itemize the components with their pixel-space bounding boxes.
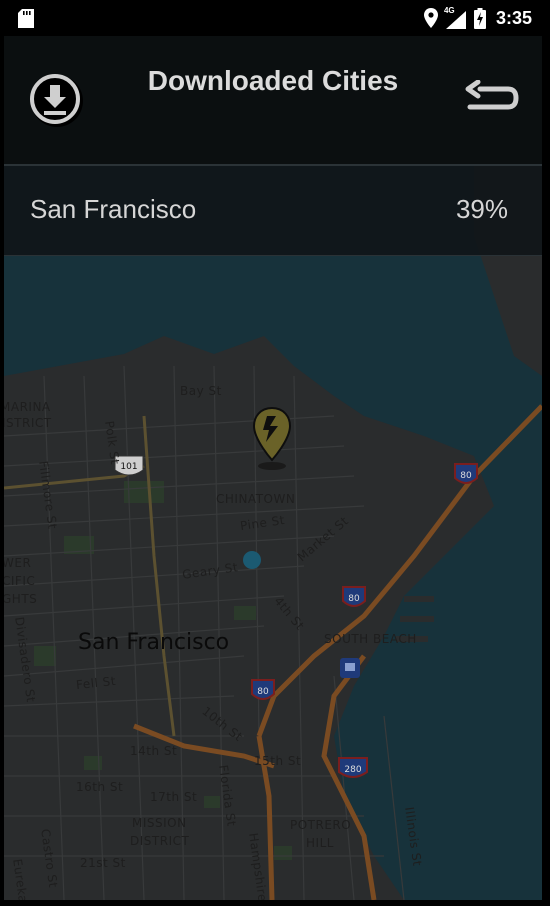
map-label-mission-district: DISTRICT	[130, 834, 190, 848]
map-label-chinatown: CHINATOWN	[216, 492, 296, 506]
download-progress-percent: 39%	[455, 194, 508, 224]
map-label-16th-st: 16th St	[76, 780, 124, 794]
download-city-name: San Francisco	[30, 194, 197, 224]
map-label-bay-st: Bay St	[180, 384, 222, 398]
status-icons: 4G 3:35	[423, 0, 532, 36]
map-city-label: San Francisco	[78, 630, 230, 655]
map-label-district: ISTRICT	[4, 416, 52, 430]
map-label-cific: CIFIC	[4, 574, 36, 588]
back-button[interactable]	[464, 79, 520, 120]
map-label-17th-st: 17th St	[150, 790, 198, 804]
shield-80a-text: 80	[460, 471, 472, 481]
map-label-21st-st: 21st St	[80, 856, 126, 870]
status-bar: 4G 3:35	[4, 0, 542, 36]
shield-280-text: 280	[344, 765, 361, 775]
toolbar: Downloaded Cities	[4, 36, 542, 164]
map-label-marina: MARINA	[4, 400, 51, 414]
map-label-14th-st: 14th St	[130, 744, 178, 758]
download-button[interactable]	[28, 72, 84, 128]
download-circle-icon	[30, 74, 83, 127]
shield-101-text: 101	[120, 462, 137, 472]
map-label-potrero: POTRERO	[290, 818, 352, 832]
current-location-dot	[243, 551, 261, 569]
download-item-san-francisco[interactable]: San Francisco 39%	[4, 166, 542, 256]
shield-80c-text: 80	[257, 687, 269, 697]
back-arrow-icon	[465, 79, 519, 110]
app-frame: 101 80 80 80 280 MARINA ISTRICT Bay St P…	[4, 0, 542, 900]
status-time: 3:35	[495, 7, 532, 28]
map-label-hill: HILL	[306, 836, 334, 850]
shield-80b-text: 80	[348, 594, 360, 604]
map-label-15th-st: 15th St	[254, 754, 302, 768]
page-title: Downloaded Cities	[147, 65, 399, 96]
map-label-wer: WER	[4, 556, 32, 570]
signal-icon: 4G	[444, 6, 468, 29]
map-label-south-beach: SOUTH BEACH	[324, 632, 417, 646]
sd-card-icon	[18, 9, 34, 28]
map-label-ghts: GHTS	[4, 592, 38, 606]
map-label-mission: MISSION	[132, 816, 187, 830]
battery-charging-icon	[473, 7, 486, 29]
location-icon	[423, 8, 438, 28]
